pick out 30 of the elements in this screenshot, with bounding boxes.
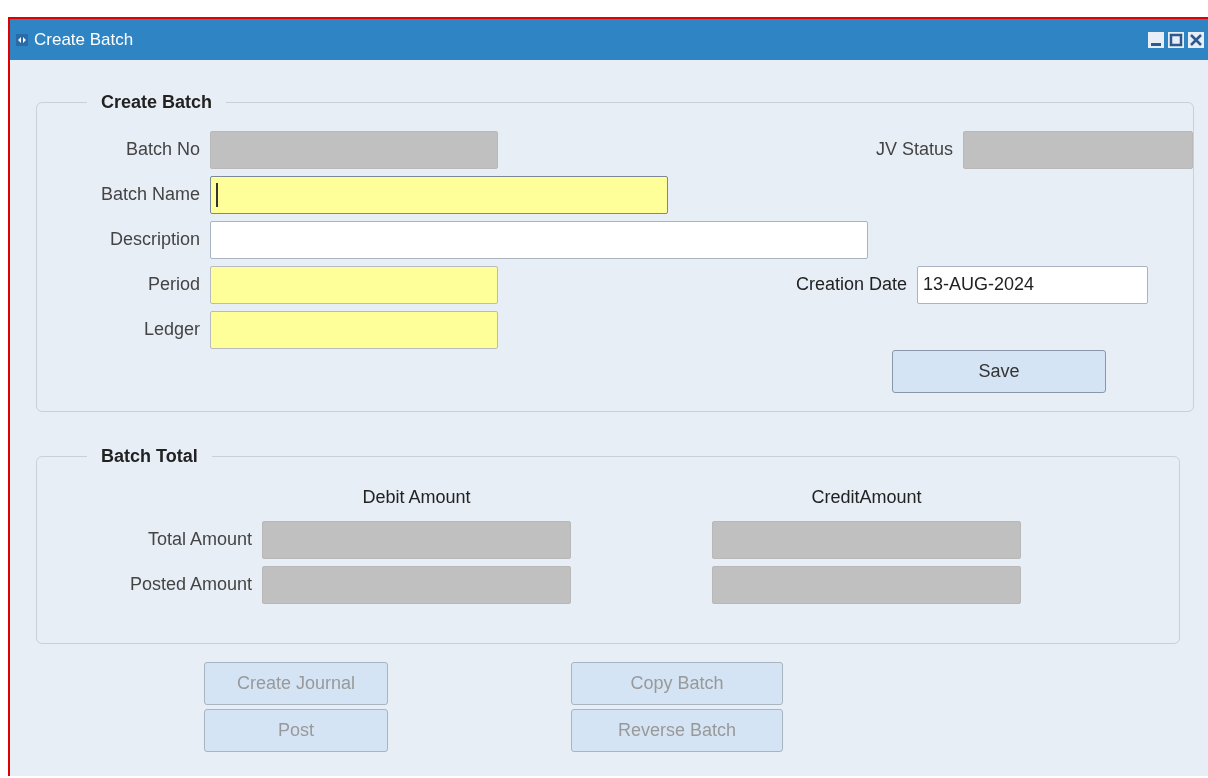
- input-field[interactable]: [262, 520, 571, 559]
- action-button[interactable]: Save: [892, 350, 1106, 393]
- minimize-icon[interactable]: [1148, 31, 1164, 48]
- group-title: Batch Total: [100, 446, 199, 467]
- input-field[interactable]: [210, 220, 868, 259]
- field-label: Creation Date: [794, 274, 908, 295]
- field-label: Ledger: [142, 319, 201, 340]
- field-label: Batch Name: [99, 184, 201, 205]
- close-icon[interactable]: [1188, 31, 1204, 48]
- field-label: Period: [146, 274, 201, 295]
- input-field[interactable]: [712, 565, 1021, 604]
- input-field[interactable]: 13-AUG-2024: [917, 265, 1148, 304]
- input-field[interactable]: [963, 130, 1193, 169]
- maximize-icon[interactable]: [1168, 31, 1184, 48]
- column-header: Debit Amount: [361, 486, 472, 508]
- field-label: Description: [108, 229, 201, 250]
- input-field[interactable]: [262, 565, 571, 604]
- field-label: JV Status: [874, 139, 954, 160]
- field-label: Posted Amount: [128, 574, 253, 595]
- window-icon: [16, 33, 28, 46]
- field-label: Batch No: [124, 139, 201, 160]
- input-field[interactable]: [210, 310, 498, 349]
- window-title: Create Batch: [34, 29, 134, 50]
- input-field[interactable]: [712, 520, 1021, 559]
- column-header: CreditAmount: [810, 486, 923, 508]
- field-label: Total Amount: [146, 529, 253, 550]
- group-title: Create Batch: [100, 92, 214, 113]
- input-field[interactable]: [210, 130, 498, 169]
- input-field[interactable]: [210, 175, 668, 214]
- input-field[interactable]: [210, 265, 498, 304]
